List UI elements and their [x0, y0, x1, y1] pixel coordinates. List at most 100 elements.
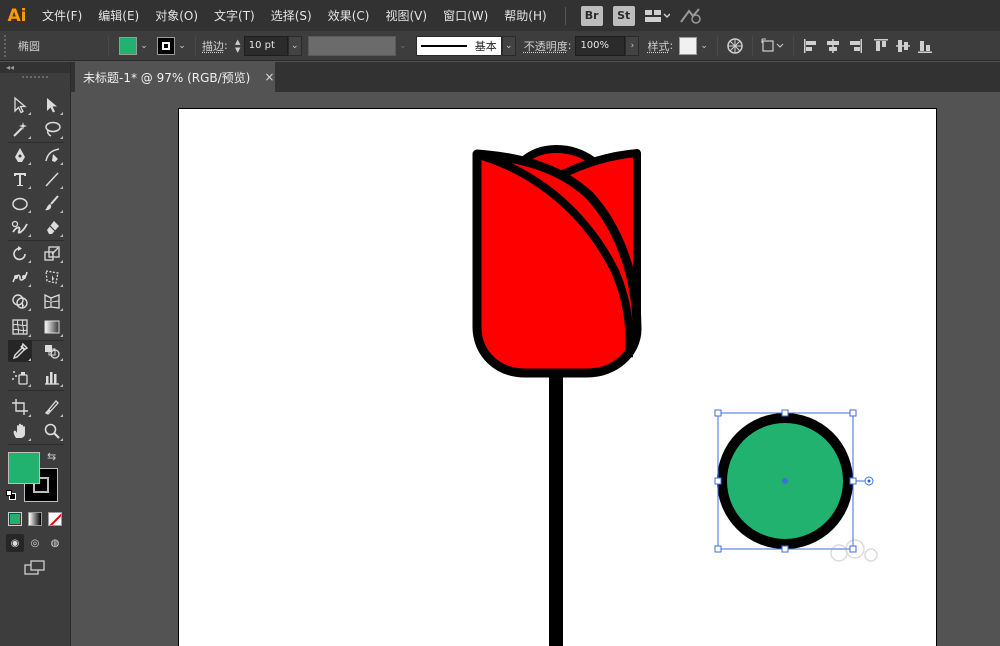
perspective-grid-icon[interactable]	[40, 290, 64, 312]
opacity-input[interactable]: 100%	[575, 35, 626, 56]
menu-type[interactable]: 文字(T)	[206, 0, 263, 31]
variable-width-dropdown-icon[interactable]: ⌄	[396, 36, 410, 56]
artboard-icon[interactable]	[8, 396, 32, 418]
color-mode-button[interactable]	[8, 512, 22, 526]
stock-icon[interactable]: St	[612, 5, 635, 26]
tool-row	[8, 94, 64, 116]
puppet-warp-icon[interactable]	[8, 266, 32, 288]
scale-icon[interactable]	[40, 242, 64, 264]
stroke-swatch[interactable]	[157, 36, 175, 55]
align-top-icon[interactable]	[870, 35, 892, 57]
align-bottom-icon[interactable]	[914, 35, 936, 57]
direct-selection-icon[interactable]	[40, 94, 64, 116]
canvas[interactable]	[71, 92, 1000, 646]
tool-row	[8, 118, 64, 140]
screen-mode-icon[interactable]	[24, 560, 46, 576]
brush-profile[interactable]: 基本	[415, 35, 502, 56]
tool-row	[8, 396, 64, 418]
menu-edit[interactable]: 编辑(E)	[90, 0, 147, 31]
recolor-artwork-icon[interactable]	[724, 35, 746, 57]
gpu-performance-icon[interactable]	[678, 6, 704, 26]
tool-row	[8, 316, 64, 338]
zoom-icon[interactable]	[40, 420, 64, 442]
menu-divider	[564, 6, 566, 25]
draw-normal-icon[interactable]: ◉	[6, 534, 24, 552]
menu-file[interactable]: 文件(F)	[34, 0, 90, 31]
menu-view[interactable]: 视图(V)	[377, 0, 435, 31]
blend-icon[interactable]	[40, 340, 64, 362]
stroke-weight-input[interactable]: 10 pt	[243, 35, 288, 56]
workspace-layout-icon[interactable]	[644, 6, 670, 26]
eyedropper-icon[interactable]	[8, 340, 32, 362]
transform-reference-icon[interactable]	[759, 35, 787, 57]
document-tab-title: 未标题-1* @ 97% (RGB/预览)	[83, 70, 251, 85]
opacity-arrow-icon[interactable]: ›	[625, 35, 640, 56]
slice-icon[interactable]	[40, 396, 64, 418]
draw-behind-icon[interactable]: ◎	[26, 534, 44, 552]
panel-grip-icon[interactable]	[22, 76, 48, 80]
align-left-icon[interactable]	[800, 35, 822, 57]
type-icon[interactable]	[8, 168, 32, 190]
ellipse-icon[interactable]	[8, 192, 32, 214]
rotate-icon[interactable]	[8, 242, 32, 264]
divider	[793, 35, 795, 56]
menu-select[interactable]: 选择(S)	[263, 0, 320, 31]
menu-effect[interactable]: 效果(C)	[320, 0, 378, 31]
tool-row	[8, 168, 64, 190]
shape-builder-icon[interactable]	[8, 290, 32, 312]
panel-collapse-icon[interactable]: ◂◂	[0, 62, 70, 73]
style-colon: :	[669, 39, 674, 52]
variable-width-profile[interactable]	[307, 35, 396, 56]
fill-dropdown-icon[interactable]: ⌄	[137, 36, 151, 56]
align-right-icon[interactable]	[844, 35, 866, 57]
stroke-weight-dropdown-icon[interactable]: ⌄	[287, 35, 302, 56]
document-tab[interactable]: 未标题-1* @ 97% (RGB/预览) ×	[75, 62, 275, 92]
lasso-icon[interactable]	[40, 118, 64, 140]
column-graph-icon[interactable]	[40, 366, 64, 388]
menu-window[interactable]: 窗口(W)	[435, 0, 496, 31]
opacity-label[interactable]: 不透明度	[524, 38, 568, 54]
brush-profile-dropdown-icon[interactable]: ⌄	[501, 35, 516, 56]
mesh-icon[interactable]	[8, 316, 32, 338]
menu-object[interactable]: 对象(O)	[147, 0, 206, 31]
free-transform-icon[interactable]	[40, 266, 64, 288]
divider	[195, 35, 196, 56]
magic-wand-icon[interactable]	[8, 118, 32, 140]
gradient-mode-button[interactable]	[28, 512, 42, 526]
fill-swatch[interactable]	[119, 36, 137, 55]
shaper-icon[interactable]	[8, 216, 32, 238]
graphic-style-swatch[interactable]	[679, 36, 698, 55]
artboard[interactable]	[178, 108, 937, 646]
rotate-widget-icon[interactable]	[856, 476, 874, 486]
bridge-icon[interactable]: Br	[580, 5, 603, 26]
style-dropdown-icon[interactable]: ⌄	[697, 36, 711, 56]
stroke-label[interactable]: 描边	[202, 38, 224, 54]
eraser-icon[interactable]	[40, 216, 64, 238]
tools-panel: ◂◂ ⇆ ◉ ◎ ◍	[0, 62, 71, 646]
stroke-dropdown-icon[interactable]: ⌄	[175, 36, 189, 56]
style-label[interactable]: 样式	[647, 38, 669, 54]
hand-icon[interactable]	[8, 420, 32, 442]
align-vertical-center-icon[interactable]	[892, 35, 914, 57]
default-fill-stroke-icon[interactable]	[6, 490, 16, 500]
menu-help[interactable]: 帮助(H)	[496, 0, 554, 31]
tulip-stem[interactable]	[549, 371, 563, 646]
paintbrush-icon[interactable]	[40, 192, 64, 214]
close-icon[interactable]: ×	[264, 70, 274, 84]
brush-profile-label: 基本	[474, 39, 497, 53]
line-segment-icon[interactable]	[40, 168, 64, 190]
fill-color-box[interactable]	[8, 452, 40, 484]
stroke-weight-stepper-icon[interactable]: ▲ ▼	[232, 36, 244, 56]
divider	[752, 35, 754, 56]
gradient-icon[interactable]	[40, 316, 64, 338]
selection-icon[interactable]	[8, 94, 32, 116]
tool-divider	[8, 390, 64, 391]
pen-icon[interactable]	[8, 144, 32, 166]
symbol-sprayer-icon[interactable]	[8, 366, 32, 388]
align-horizontal-center-icon[interactable]	[822, 35, 844, 57]
stroke-colon: :	[224, 39, 228, 52]
none-mode-button[interactable]	[48, 512, 62, 526]
swap-fill-stroke-icon[interactable]: ⇆	[47, 450, 56, 463]
draw-inside-icon[interactable]: ◍	[46, 534, 64, 552]
curvature-icon[interactable]	[40, 144, 64, 166]
